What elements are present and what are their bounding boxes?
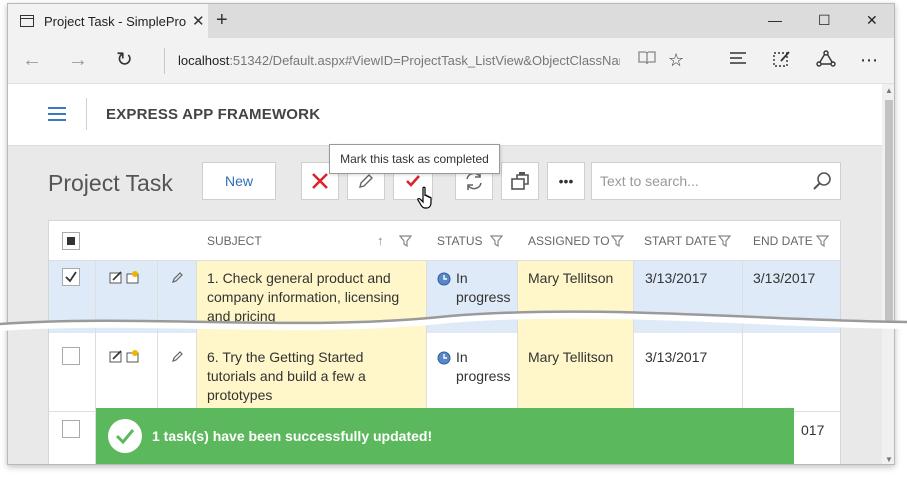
scrollbar[interactable]: ▲ ▼ xyxy=(882,84,894,464)
app-brand: EXPRESS APP FRAMEWORK xyxy=(106,106,321,123)
address-bar: ← → ↻ localhost:51342/Default.aspx#ViewI… xyxy=(8,38,894,84)
new-button[interactable]: New xyxy=(202,162,276,200)
search-icon[interactable] xyxy=(812,171,832,196)
share-icon[interactable] xyxy=(816,50,836,72)
filter-icon[interactable] xyxy=(816,235,829,247)
edit-note-icon[interactable] xyxy=(109,349,141,363)
page-title: Project Task xyxy=(48,170,173,196)
task-start-date: 3/13/2017 xyxy=(645,349,708,365)
page-icon xyxy=(20,15,34,27)
favorite-star-icon[interactable]: ☆ xyxy=(668,50,684,70)
torn-divider xyxy=(0,310,907,331)
title-bar: Project Task - SimplePro ✕ + — ☐ ✕ xyxy=(8,4,894,38)
search-input[interactable] xyxy=(600,173,800,189)
url-path: :51342/Default.aspx#ViewID=ProjectTask_L… xyxy=(229,53,620,68)
new-tab-button[interactable]: + xyxy=(216,10,228,30)
menu-icon[interactable] xyxy=(48,107,66,121)
more-options-icon[interactable]: ⋯ xyxy=(860,50,878,70)
task-subject: 6. Try the Getting Started tutorials and… xyxy=(207,349,366,403)
minimize-button[interactable]: — xyxy=(768,12,782,28)
browser-window: Project Task - SimplePro ✕ + — ☐ ✕ ← → ↻… xyxy=(7,3,895,465)
row-edit-pencil-icon[interactable] xyxy=(171,271,184,284)
close-window-button[interactable]: ✕ xyxy=(866,12,878,29)
scroll-down-icon[interactable]: ▼ xyxy=(885,455,893,464)
select-all-checkbox[interactable] xyxy=(62,232,80,250)
row-edit-pencil-icon[interactable] xyxy=(171,350,184,363)
app-header: EXPRESS APP FRAMEWORK xyxy=(8,84,882,146)
task-end-date: 3/13/2017 xyxy=(753,270,816,286)
search-box xyxy=(591,162,841,200)
edit-note-icon[interactable] xyxy=(109,270,141,284)
checkmark-icon xyxy=(65,271,77,283)
filter-icon[interactable] xyxy=(718,235,731,247)
export-icon xyxy=(511,172,529,190)
row-checkbox[interactable] xyxy=(62,347,80,365)
back-arrow-icon[interactable]: ← xyxy=(22,50,42,70)
column-header-assigned-to[interactable]: Assigned To xyxy=(518,221,610,261)
filter-icon[interactable] xyxy=(399,235,412,247)
success-check-icon xyxy=(108,419,142,453)
web-note-icon[interactable] xyxy=(772,50,792,72)
hand-cursor-icon xyxy=(417,186,432,209)
sort-ascending-icon[interactable]: ↑ xyxy=(377,233,384,248)
forward-arrow-icon[interactable]: → xyxy=(68,50,88,70)
address-separator xyxy=(164,48,165,74)
hub-icon[interactable] xyxy=(728,50,748,70)
pencil-icon xyxy=(359,174,373,188)
header-separator xyxy=(86,98,87,130)
row-checkbox[interactable] xyxy=(62,420,80,438)
tab-close-icon[interactable]: ✕ xyxy=(192,12,205,30)
filter-icon[interactable] xyxy=(490,235,503,247)
delete-x-icon xyxy=(312,173,328,189)
url-host: localhost xyxy=(178,53,230,68)
more-actions-button[interactable]: ••• xyxy=(547,162,585,200)
task-assigned-to: Mary Tellitson xyxy=(528,349,614,365)
column-header-end-date[interactable]: End Date xyxy=(743,221,813,261)
task-start-date: 3/13/2017 xyxy=(645,270,708,286)
scroll-thumb[interactable] xyxy=(885,100,893,328)
tab-title: Project Task - SimplePro xyxy=(44,13,186,29)
browser-tab[interactable]: Project Task - SimplePro ✕ xyxy=(8,4,208,38)
in-progress-clock-icon xyxy=(437,351,451,365)
scroll-up-icon[interactable]: ▲ xyxy=(885,86,893,95)
row-checkbox[interactable] xyxy=(62,268,80,286)
column-header-start-date[interactable]: Start Date xyxy=(634,221,716,261)
task-end-date: 017 xyxy=(801,422,825,438)
filter-icon[interactable] xyxy=(611,235,624,247)
tooltip: Mark this task as completed xyxy=(329,144,500,174)
column-header-subject[interactable]: Subject xyxy=(197,221,262,261)
maximize-button[interactable]: ☐ xyxy=(818,12,831,29)
task-assigned-to: Mary Tellitson xyxy=(528,270,614,286)
refresh-icon[interactable]: ↻ xyxy=(116,50,133,70)
in-progress-clock-icon xyxy=(437,272,451,286)
reading-view-icon[interactable] xyxy=(638,50,656,70)
toast-message: 1 task(s) have been successfully updated… xyxy=(152,428,433,444)
url-field[interactable]: localhost:51342/Default.aspx#ViewID=Proj… xyxy=(178,53,620,68)
task-status: In progress xyxy=(456,349,511,384)
column-header-status[interactable]: Status xyxy=(427,221,483,261)
export-button[interactable] xyxy=(501,162,539,200)
success-toast: 1 task(s) have been successfully updated… xyxy=(96,408,794,464)
